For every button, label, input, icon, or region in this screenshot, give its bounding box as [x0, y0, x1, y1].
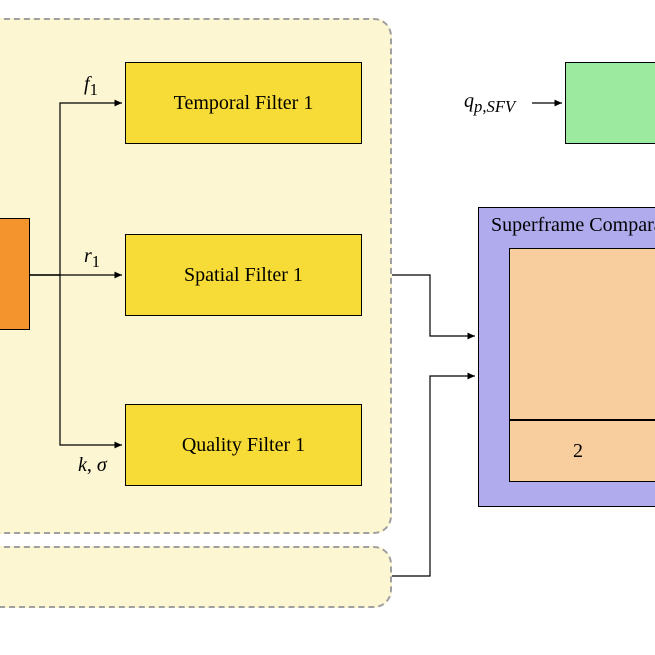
arrow-secondary-to-superframe-lower — [392, 376, 475, 576]
quality-filter-label: Quality Filter 1 — [182, 434, 305, 457]
temporal-filter-label: Temporal Filter 1 — [174, 92, 314, 115]
source-block — [0, 218, 30, 330]
temporal-filter-block: Temporal Filter 1 — [125, 62, 362, 144]
superframe-lower-cell: 2 — [509, 420, 655, 482]
secondary-group-panel — [0, 546, 392, 608]
superframe-upper-cell — [509, 248, 655, 420]
edge-label-qpsfv: qp,SFV — [464, 90, 515, 117]
edge-label-f1: f1 — [84, 73, 98, 100]
spatial-filter-block: Spatial Filter 1 — [125, 234, 362, 316]
superframe-cell-value: 2 — [573, 440, 583, 463]
arrow-filters-to-superframe-upper — [392, 275, 475, 336]
quality-filter-block: Quality Filter 1 — [125, 404, 362, 486]
sfv-block — [565, 62, 655, 144]
spatial-filter-label: Spatial Filter 1 — [184, 264, 303, 287]
superframe-panel: Superframe Comparator 2 — [478, 207, 655, 507]
edge-label-ksigma: k, σ — [78, 454, 107, 477]
edge-label-r1: r1 — [84, 245, 100, 272]
superframe-title: Superframe Comparator — [491, 214, 655, 237]
